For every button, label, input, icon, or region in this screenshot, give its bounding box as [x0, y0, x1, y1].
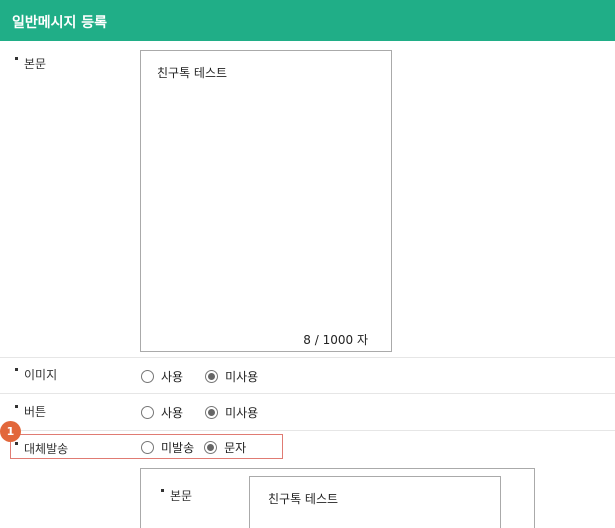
body-textarea[interactable]: 친구톡 테스트 8 / 1000 자 [140, 50, 392, 352]
row-divider [0, 430, 615, 431]
fallback-sms-radio[interactable] [204, 441, 218, 454]
fallback-none-label[interactable]: 미발송 [161, 439, 194, 456]
image-label: 이미지 [15, 366, 57, 383]
fallback-label: 대체발송 [15, 440, 68, 457]
page-header: 일반메시지 등록 [0, 0, 615, 41]
image-radio-group: 사용 미사용 [141, 368, 280, 385]
button-use-radio[interactable] [141, 406, 154, 419]
body-text: 친구톡 테스트 [157, 66, 228, 80]
step-badge: 1 [0, 421, 21, 442]
button-radio-group: 사용 미사용 [141, 404, 280, 421]
row-divider [0, 357, 615, 358]
body-label: 본문 [15, 55, 46, 72]
image-use-label[interactable]: 사용 [161, 368, 183, 385]
row-divider [0, 393, 615, 394]
fallback-body-text: 친구톡 테스트 [268, 492, 339, 506]
fallback-radio-group: 미발송 문자 [141, 439, 268, 456]
fallback-none-radio[interactable] [141, 441, 154, 454]
button-unused-radio[interactable] [205, 406, 219, 419]
fallback-sms-label[interactable]: 문자 [224, 439, 246, 456]
fallback-body-textarea[interactable]: 친구톡 테스트 [249, 476, 501, 528]
page-title: 일반메시지 등록 [12, 15, 108, 31]
button-label: 버튼 [15, 403, 46, 420]
button-use-label[interactable]: 사용 [161, 404, 183, 421]
image-unused-label[interactable]: 미사용 [225, 368, 258, 385]
character-counter: 8 / 1000 자 [303, 333, 368, 347]
image-unused-radio[interactable] [205, 370, 219, 383]
fallback-body-label: 본문 [161, 487, 192, 504]
image-use-radio[interactable] [141, 370, 154, 383]
fallback-body-panel: 본문 친구톡 테스트 [140, 468, 535, 528]
button-unused-label[interactable]: 미사용 [225, 404, 258, 421]
